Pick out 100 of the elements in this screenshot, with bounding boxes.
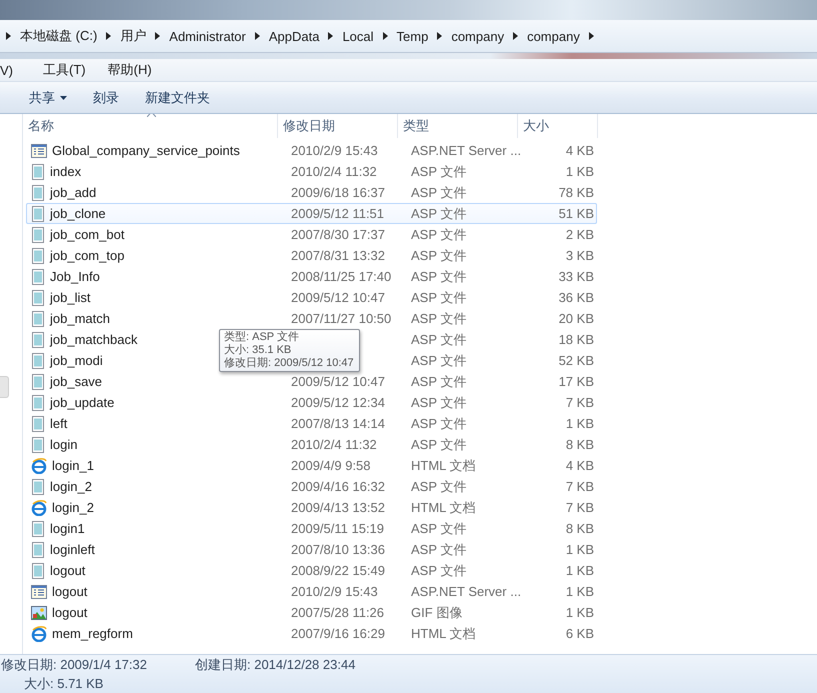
toolbar-button[interactable]: 新建文件夹 (136, 84, 219, 110)
menu-item[interactable]: 工具(T) (39, 60, 90, 80)
column-header[interactable]: 修改日期 (278, 114, 398, 138)
browser-e-icon (31, 500, 47, 516)
file-name[interactable]: index (50, 164, 82, 179)
column-header[interactable]: 类型 (398, 114, 518, 138)
file-icon (31, 226, 45, 242)
file-name[interactable]: login_1 (52, 458, 94, 473)
chevron-icon[interactable] (106, 32, 112, 40)
breadcrumb[interactable]: company (527, 28, 580, 44)
modified-date: 2009/4/16 16:32 (291, 479, 385, 494)
modified-date: 2010/2/9 15:43 (291, 143, 378, 158)
browser-e-icon (31, 626, 47, 642)
chevron-icon[interactable] (155, 32, 160, 40)
file-name[interactable]: logout (52, 605, 88, 620)
file-name[interactable]: job_clone (50, 206, 106, 221)
file-size: 8 KB (566, 521, 594, 536)
file-name[interactable]: logout (52, 584, 88, 599)
menu-item[interactable]: V) (0, 62, 17, 78)
chevron-icon[interactable] (6, 32, 11, 40)
file-name[interactable]: login_2 (52, 500, 94, 515)
file-type: ASP.NET Server ... (411, 584, 522, 599)
file-type: ASP 文件 (411, 562, 466, 578)
file-name[interactable]: logout (50, 563, 86, 578)
file-type: HTML 文档 (411, 500, 476, 514)
file-name[interactable]: Global_company_service_points (52, 143, 240, 158)
file-type: ASP 文件 (411, 352, 466, 368)
file-icon (31, 248, 45, 264)
file-name[interactable]: login1 (50, 521, 85, 536)
file-size: 4 KB (566, 143, 594, 158)
file-name[interactable]: job_save (50, 374, 102, 389)
highlighted-row[interactable]: job_clone 2009/5/12 11:51 ASP 文件 51 KB (26, 203, 597, 224)
file-size: 3 KB (566, 248, 594, 263)
file-icon (31, 268, 45, 284)
file-name[interactable]: login (50, 437, 78, 452)
file-name[interactable]: login_2 (50, 479, 92, 494)
chevron-icon[interactable] (437, 32, 442, 40)
file-name[interactable]: job_modi (50, 353, 103, 368)
address-bar[interactable]: 本地磁盘 (C:) 用户 Administrator AppData Local Temp company company (0, 20, 817, 53)
menu-item[interactable]: 帮助(H) (104, 60, 156, 80)
file-size: 7 KB (566, 479, 594, 494)
file-size: 17 KB (558, 374, 594, 389)
modified-date: 2007/9/16 16:29 (291, 626, 385, 641)
breadcrumb[interactable]: Local (342, 28, 374, 44)
file-icon (31, 394, 45, 410)
file-name[interactable]: loginleft (50, 542, 95, 557)
modified-date: 2007/8/31 13:32 (291, 248, 385, 263)
file-name[interactable]: job_match (50, 311, 110, 326)
breadcrumb[interactable]: AppData (268, 28, 320, 44)
file-name[interactable]: job_com_bot (50, 227, 124, 242)
breadcrumb[interactable]: company (451, 28, 504, 44)
modified-date: 2009/5/12 10:47 (291, 290, 385, 305)
file-name[interactable]: Job_Info (50, 269, 100, 284)
column-header[interactable]: 名称 (23, 114, 278, 138)
chevron-icon[interactable] (382, 32, 388, 40)
file-type: ASP 文件 (411, 206, 466, 220)
chevron-icon[interactable] (588, 32, 594, 40)
scrollbar-thumb[interactable] (0, 376, 9, 398)
file-name[interactable]: job_add (50, 185, 96, 200)
file-name[interactable]: job_update (50, 395, 114, 410)
file-type: ASP.NET Server ... (411, 143, 522, 158)
file-type: ASP 文件 (411, 332, 466, 346)
file-size: 18 KB (558, 332, 594, 347)
file-size: 78 KB (558, 185, 594, 200)
column-header[interactable]: 大小 (518, 114, 598, 138)
file-name[interactable]: job_matchback (50, 332, 138, 347)
modified-date: 2007/8/30 17:37 (291, 227, 385, 242)
modified-date: 2010/2/4 11:32 (291, 437, 377, 452)
toolbar-button[interactable]: 刻录 (84, 84, 128, 110)
file-size: 1 KB (566, 164, 594, 179)
breadcrumb[interactable]: Administrator (169, 28, 246, 44)
file-name[interactable]: mem_regform (52, 626, 133, 641)
modified-date: 2007/5/28 11:26 (291, 605, 384, 620)
breadcrumb[interactable]: Temp (396, 28, 428, 44)
file-type: ASP 文件 (411, 374, 466, 388)
document-list-icon (31, 142, 47, 158)
chevron-icon[interactable] (254, 32, 260, 40)
modified-date: 2008/11/25 17:40 (291, 269, 392, 284)
file-name[interactable]: left (50, 416, 68, 431)
file-size: 20 KB (558, 311, 594, 326)
breadcrumb[interactable]: 用户 (120, 27, 146, 45)
chevron-icon[interactable] (328, 32, 334, 40)
file-size: 36 KB (558, 290, 594, 305)
modified-date: 2009/5/12 10:47 (291, 374, 385, 389)
toolbar-button[interactable]: 共享 (20, 84, 76, 110)
file-size: 4 KB (566, 458, 594, 473)
modified-date: 2007/8/13 14:14 (291, 416, 385, 431)
chevron-icon[interactable] (513, 32, 518, 40)
file-name[interactable]: job_list (50, 290, 90, 305)
modified-date-label: 修改日期: 2009/1/4 17:32 (1, 656, 148, 674)
file-type: ASP 文件 (411, 248, 466, 262)
file-size: 1 KB (566, 416, 594, 431)
file-size: 7 KB (566, 500, 594, 515)
modified-date: 2007/11/27 10:50 (291, 311, 392, 326)
modified-date: 2009/4/13 13:52 (291, 500, 385, 515)
file-name[interactable]: job_com_top (50, 248, 124, 263)
breadcrumb[interactable]: 本地磁盘 (C:) (20, 27, 98, 45)
file-type: GIF 图像 (411, 604, 462, 620)
image-file-icon (31, 604, 47, 620)
document-list-icon (31, 584, 47, 600)
